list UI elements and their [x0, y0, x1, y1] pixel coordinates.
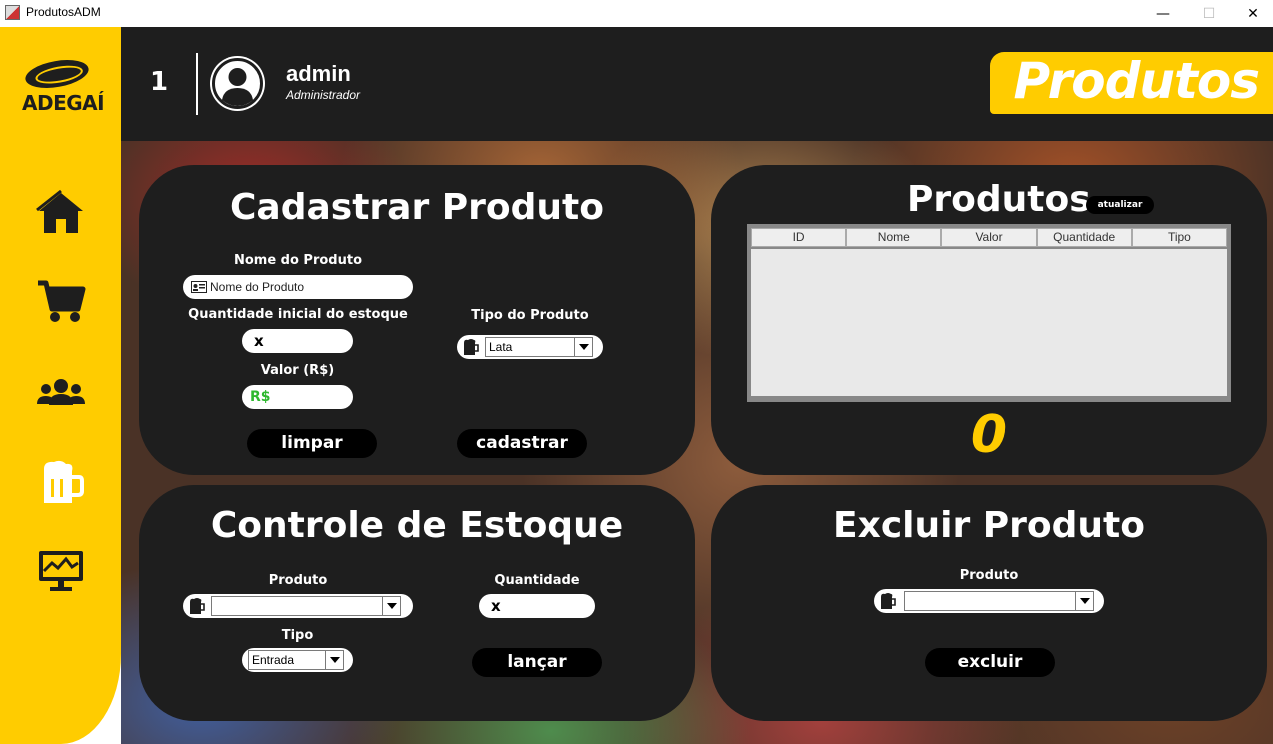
minimize-button[interactable]: — [1140, 0, 1186, 27]
quantidade-inicial-value: x [254, 332, 264, 350]
estoque-tipo-label: Tipo [281, 628, 314, 643]
table-header: ID Nome Valor Quantidade Tipo [751, 228, 1228, 247]
users-icon[interactable] [36, 369, 86, 417]
bottle-cap-icon [23, 55, 91, 93]
page-title-badge: Produtos [990, 52, 1273, 114]
user-number: 1 [150, 67, 169, 97]
column-id[interactable]: ID [751, 228, 847, 247]
estoque-quantidade-value: x [491, 597, 501, 615]
column-quantidade[interactable]: Quantidade [1036, 228, 1132, 247]
user-name: admin [286, 61, 351, 86]
controle-estoque-panel: Controle de Estoque Produto Quantidade x… [139, 485, 695, 721]
excluir-produto-panel: Excluir Produto Produto excluir [711, 485, 1267, 721]
tipo-produto-select-wrap: Lata [457, 335, 603, 359]
close-button[interactable]: ✕ [1230, 0, 1273, 27]
estoque-produto-select[interactable] [211, 596, 401, 616]
avatar[interactable] [210, 56, 265, 111]
valor-value: R$ [250, 389, 271, 405]
column-valor[interactable]: Valor [941, 228, 1037, 247]
estoque-tipo-select-wrap: Entrada [242, 648, 353, 672]
sidebar: ADEGAÍ [0, 27, 121, 744]
user-avatar-icon [212, 58, 263, 109]
estoque-tipo-select[interactable]: Entrada [248, 650, 344, 670]
excluir-produto-select[interactable] [904, 591, 1094, 611]
maximize-button[interactable]: ☐ [1186, 0, 1232, 27]
produtos-count: 0 [970, 405, 1008, 465]
produtos-list-panel: Produtos atualizar ID Nome Valor Quantid… [711, 165, 1267, 475]
quantidade-inicial-field[interactable]: x [242, 329, 353, 353]
column-tipo[interactable]: Tipo [1131, 228, 1228, 247]
estoque-title: Controle de Estoque [210, 505, 624, 546]
estoque-produto-select-wrap [183, 594, 413, 618]
estoque-produto-label: Produto [268, 573, 328, 588]
limpar-button[interactable]: limpar [247, 429, 377, 458]
chevron-down-icon[interactable] [1075, 592, 1093, 610]
estoque-quantidade-field[interactable]: x [479, 594, 595, 618]
cadastrar-title: Cadastrar Produto [230, 187, 604, 228]
chevron-down-icon[interactable] [382, 597, 400, 615]
cadastrar-produto-panel: Cadastrar Produto Nome do Produto Nome d… [139, 165, 695, 475]
beer-mug-icon[interactable] [36, 459, 86, 507]
chevron-down-icon[interactable] [574, 338, 592, 356]
monitor-chart-icon[interactable] [36, 547, 86, 595]
valor-label: Valor (R$) [260, 363, 335, 378]
app-icon [5, 5, 20, 20]
produtos-title: Produtos [907, 179, 1091, 220]
estoque-quantidade-label: Quantidade [494, 573, 580, 588]
beer-mug-icon [190, 598, 205, 614]
cadastrar-button[interactable]: cadastrar [457, 429, 587, 458]
chevron-down-icon[interactable] [325, 651, 343, 669]
produtos-table[interactable]: ID Nome Valor Quantidade Tipo [747, 224, 1231, 402]
atualizar-button[interactable]: atualizar [1086, 196, 1154, 214]
excluir-button[interactable]: excluir [925, 648, 1055, 677]
excluir-produto-label: Produto [959, 568, 1019, 583]
nome-label: Nome do Produto [233, 253, 363, 268]
excluir-produto-select-wrap [874, 589, 1104, 613]
window-title: ProdutosADM [26, 5, 101, 19]
window-titlebar: ProdutosADM — ☐ ✕ [0, 0, 1273, 27]
nome-field[interactable]: Nome do Produto [183, 275, 413, 299]
adegai-logo: ADEGAÍ [19, 55, 105, 119]
estoque-tipo-value: Entrada [252, 653, 295, 667]
cart-icon[interactable] [36, 277, 86, 325]
home-icon[interactable] [36, 189, 86, 237]
valor-field[interactable]: R$ [242, 385, 353, 409]
tipo-produto-select[interactable]: Lata [485, 337, 593, 357]
beer-mug-icon [464, 339, 479, 355]
user-role: Administrador [286, 88, 361, 102]
tipo-produto-value: Lata [489, 340, 513, 354]
tipo-produto-label: Tipo do Produto [471, 308, 589, 323]
beer-mug-icon [881, 593, 896, 609]
column-nome[interactable]: Nome [846, 228, 942, 247]
quantidade-inicial-label: Quantidade inicial do estoque [188, 307, 408, 322]
nome-placeholder: Nome do Produto [210, 280, 305, 294]
logo-text: ADEGAÍ [22, 91, 105, 115]
excluir-title: Excluir Produto [833, 505, 1145, 546]
page-title: Produtos [1013, 52, 1260, 110]
lancar-button[interactable]: lançar [472, 648, 602, 677]
table-body[interactable] [751, 249, 1227, 396]
top-header: 1 admin Administrador Produtos [121, 27, 1273, 141]
id-card-icon [191, 281, 207, 293]
header-divider [196, 53, 198, 115]
